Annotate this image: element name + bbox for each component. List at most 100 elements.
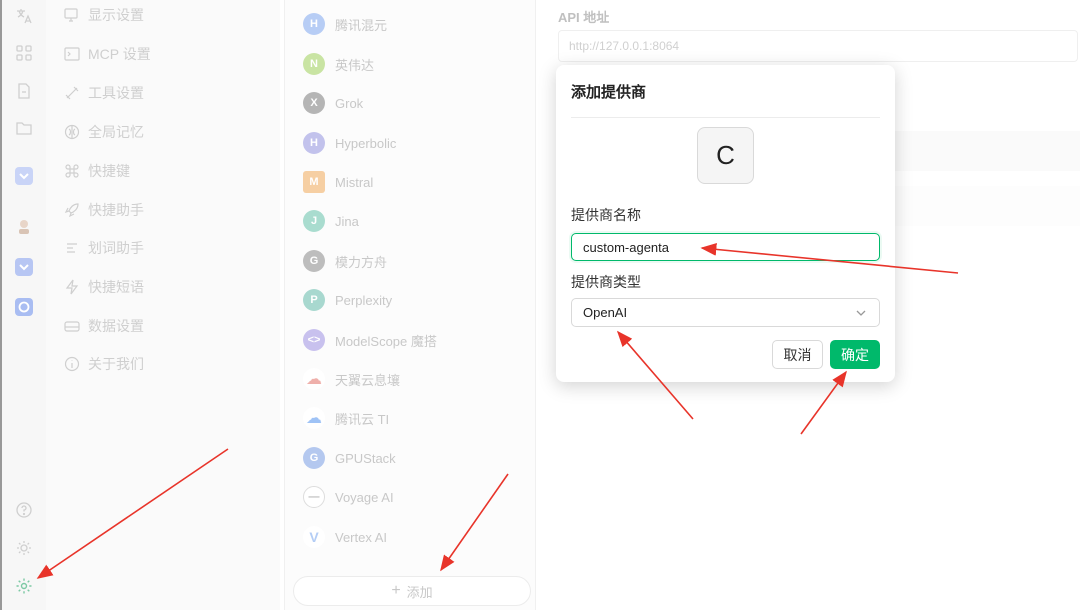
- add-provider-label: 添加: [406, 584, 433, 600]
- provider-logo-icon: G: [303, 447, 325, 469]
- provider-avatar[interactable]: C: [697, 127, 754, 184]
- provider-name: 英伟达: [335, 57, 375, 73]
- info-icon: [64, 356, 80, 372]
- provider-logo-icon: <>: [303, 329, 325, 351]
- provider-logo-icon: H: [303, 13, 325, 35]
- provider-logo-icon: N: [303, 53, 325, 75]
- provider-item[interactable]: G GPUStack: [303, 445, 396, 471]
- provider-name: Vertex AI: [335, 529, 388, 545]
- provider-name: Grok: [335, 95, 364, 111]
- provider-name: Perplexity: [335, 292, 393, 308]
- menu-item-shortcuts[interactable]: 快捷键: [64, 157, 130, 185]
- provider-name: Voyage AI: [335, 489, 394, 505]
- settings-row: [867, 186, 1080, 226]
- dialog-divider: [571, 117, 880, 118]
- dialog-title: 添加提供商: [571, 84, 647, 101]
- provider-logo-icon: ☁: [303, 368, 325, 390]
- add-provider-dialog: 添加提供商 C 提供商名称 提供商类型 OpenAI 取消 确定: [556, 65, 895, 382]
- provider-name: GPUStack: [335, 450, 396, 466]
- app3-icon[interactable]: [13, 296, 35, 318]
- menu-item-data[interactable]: 数据设置: [64, 312, 144, 340]
- api-address-input[interactable]: http://127.0.0.1:8064: [558, 30, 1078, 62]
- provider-logo-icon: M: [303, 171, 325, 193]
- theme-icon[interactable]: [13, 537, 35, 559]
- app-rail: [0, 0, 46, 610]
- add-provider-button[interactable]: + 添加: [293, 576, 531, 606]
- menu-item-label: 全局记忆: [88, 124, 144, 140]
- menu-item-label: 划词助手: [88, 240, 144, 256]
- terminal-icon: [64, 47, 80, 61]
- provider-item[interactable]: H Hyperbolic: [303, 130, 396, 156]
- provider-list: H 腾讯混元 N 英伟达 X Grok H Hyperbolic M Mistr…: [284, 0, 536, 610]
- menu-item-quick-phrases[interactable]: 快捷短语: [64, 273, 144, 301]
- menu-item-label: 关于我们: [88, 356, 144, 372]
- help-icon[interactable]: [13, 499, 35, 521]
- menu-item-label: 显示设置: [88, 7, 144, 23]
- menu-item-quick-assistant[interactable]: 快捷助手: [64, 196, 144, 224]
- provider-name: Mistral: [335, 174, 374, 190]
- settings-row: [867, 131, 1080, 171]
- folder-icon[interactable]: [13, 117, 35, 139]
- provider-name: 天翼云息壤: [335, 372, 401, 388]
- provider-name: 腾讯云 TI: [335, 411, 390, 427]
- menu-item-selection-assistant[interactable]: 划词助手: [64, 234, 144, 262]
- provider-item[interactable]: ☁ 天翼云息壤: [303, 366, 400, 392]
- settings-icon[interactable]: [13, 575, 35, 597]
- provider-logo-icon: G: [303, 250, 325, 272]
- provider-name: 腾讯混元: [335, 17, 388, 33]
- provider-item[interactable]: G 模力方舟: [303, 248, 387, 274]
- menu-item-display[interactable]: 显示设置: [64, 1, 144, 29]
- provider-logo-icon: ☁: [303, 407, 325, 429]
- display-icon: [64, 8, 78, 22]
- command-icon: [65, 164, 79, 178]
- provider-name: ModelScope 魔搭: [335, 333, 437, 349]
- provider-item[interactable]: <> ModelScope 魔搭: [303, 327, 437, 353]
- confirm-button[interactable]: 确定: [830, 340, 880, 369]
- app2-icon[interactable]: [13, 256, 35, 278]
- provider-logo-icon: P: [303, 289, 325, 311]
- select-text-icon: [67, 243, 77, 253]
- memory-icon: [64, 124, 80, 140]
- tools-icon: [65, 86, 79, 100]
- app-icon[interactable]: [13, 165, 35, 187]
- settings-menu: 显示设置 MCP 设置 工具设置 全局记忆 快捷键 快捷助手 划词助手 快捷短语…: [46, 0, 280, 610]
- provider-item[interactable]: J Jina: [303, 208, 359, 234]
- provider-item[interactable]: V Vertex AI: [303, 524, 387, 550]
- menu-item-label: 数据设置: [88, 318, 144, 334]
- provider-name: Hyperbolic: [335, 135, 397, 151]
- file-icon[interactable]: [13, 80, 35, 102]
- provider-item[interactable]: M Mistral: [303, 169, 373, 195]
- provider-logo-icon: —: [303, 486, 325, 508]
- provider-item[interactable]: ☁ 腾讯云 TI: [303, 405, 389, 431]
- provider-type-label: 提供商类型: [571, 274, 641, 290]
- translate-icon[interactable]: [13, 5, 35, 27]
- provider-item[interactable]: X Grok: [303, 90, 363, 116]
- provider-logo-icon: X: [303, 92, 325, 114]
- provider-item[interactable]: N 英伟达: [303, 51, 374, 77]
- menu-item-label: 快捷键: [88, 163, 130, 179]
- provider-name: 模力方舟: [335, 254, 388, 270]
- menu-item-tools[interactable]: 工具设置: [64, 79, 144, 107]
- plus-icon: +: [391, 582, 401, 599]
- provider-name-label: 提供商名称: [571, 207, 641, 223]
- chevron-down-icon: [856, 310, 866, 316]
- avatar-icon[interactable]: [13, 215, 35, 237]
- provider-logo-icon: J: [303, 210, 325, 232]
- provider-item[interactable]: H 腾讯混元: [303, 11, 387, 37]
- cancel-button[interactable]: 取消: [772, 340, 823, 369]
- provider-type-value: OpenAI: [583, 305, 628, 320]
- zap-icon: [65, 279, 79, 295]
- provider-item[interactable]: — Voyage AI: [303, 484, 394, 510]
- provider-logo-icon: V: [303, 526, 325, 548]
- provider-item[interactable]: P Perplexity: [303, 287, 392, 313]
- provider-type-select[interactable]: OpenAI: [571, 298, 880, 327]
- menu-item-label: MCP 设置: [88, 46, 151, 62]
- provider-name-input[interactable]: [571, 233, 880, 261]
- menu-item-about[interactable]: 关于我们: [64, 350, 144, 378]
- database-icon: [64, 321, 80, 332]
- provider-logo-icon: H: [303, 132, 325, 154]
- menu-item-label: 工具设置: [88, 85, 144, 101]
- grid-icon[interactable]: [13, 42, 35, 64]
- menu-item-mcp[interactable]: MCP 设置: [64, 40, 151, 68]
- menu-item-memory[interactable]: 全局记忆: [64, 118, 144, 146]
